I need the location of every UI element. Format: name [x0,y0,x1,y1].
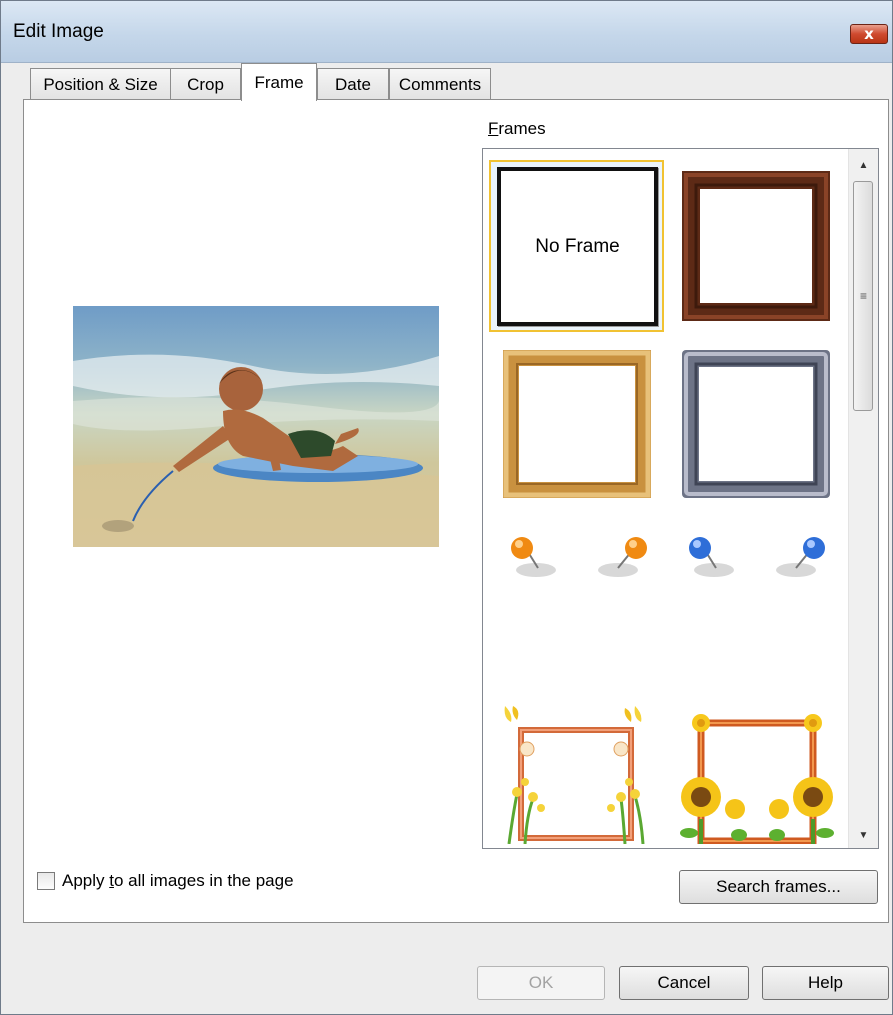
tab-label: Frame [254,72,304,92]
scroll-down-icon[interactable]: ▼ [849,825,878,845]
no-frame-text: No Frame [535,235,620,257]
grip-icon: ≡ [859,289,867,303]
tab-date[interactable]: Date [317,68,389,100]
apply-all-checkbox-row[interactable]: Apply to all images in the page [37,871,294,891]
frames-scrollbar[interactable]: ▲ ≡ ▼ [848,149,878,848]
tab-frame[interactable]: Frame [241,63,317,101]
frame-item-sunflower[interactable] [679,709,837,845]
window-title: Edit Image [13,21,104,42]
tab-label: Crop [187,74,224,94]
apply-all-checkbox[interactable] [37,872,55,890]
close-button[interactable]: x [850,24,888,44]
tab-crop[interactable]: Crop [170,68,241,100]
apply-all-label: Apply to all images in the page [62,871,294,890]
frame-item-light-wood[interactable] [503,350,651,498]
orange-pins-icon [511,537,647,577]
beach-photo [73,306,439,547]
frame-item-blue-pins[interactable] [684,534,834,584]
search-frames-button[interactable]: Search frames... [679,870,878,904]
close-icon: x [864,25,874,43]
tab-label: Date [335,74,371,94]
tab-label: Position & Size [43,74,158,94]
scroll-thumb[interactable]: ≡ [853,181,873,411]
sunflower-frame-icon [680,714,834,845]
frame-item-no-frame[interactable]: No Frame [497,167,658,326]
edit-image-dialog: Edit Image x Position & Size Crop Frame … [0,0,893,1015]
title-bar[interactable]: Edit Image [1,1,892,63]
frames-label: Frames [488,119,546,138]
tab-label: Comments [398,74,482,94]
frame-item-butterfly-flower[interactable] [495,704,657,845]
frame-item-orange-pins[interactable] [506,534,656,584]
scroll-up-icon[interactable]: ▲ [849,155,878,175]
blue-pins-icon [689,537,825,577]
silver-frame-icon [682,350,830,498]
frame-item-silver[interactable] [682,350,830,498]
image-preview [73,306,439,547]
tab-comments[interactable]: Comments [389,68,491,100]
butterfly-flower-frame-icon [504,706,645,845]
dark-wood-frame-icon [682,171,830,321]
tab-position-size[interactable]: Position & Size [30,68,171,100]
light-wood-frame-icon [503,350,651,498]
ok-button[interactable]: OK [477,966,605,1000]
help-button[interactable]: Help [762,966,889,1000]
cancel-button[interactable]: Cancel [619,966,749,1000]
frame-item-dark-wood[interactable] [682,171,830,321]
